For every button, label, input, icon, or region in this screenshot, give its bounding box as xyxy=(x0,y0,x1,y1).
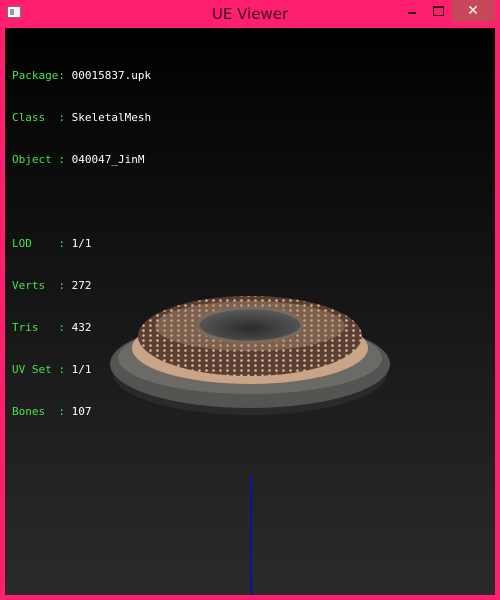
info-label: Tris : xyxy=(12,321,65,334)
info-value: 272 xyxy=(71,279,92,292)
title-bar[interactable]: UE Viewer ✕ xyxy=(0,0,500,28)
close-button[interactable]: ✕ xyxy=(451,0,495,22)
info-label: Bones : xyxy=(12,405,65,418)
info-label: Package: xyxy=(12,69,65,82)
skeletal-mesh-model[interactable] xyxy=(105,278,395,428)
info-value: 00015837.upk xyxy=(71,69,152,82)
info-value: 040047_JinM xyxy=(71,153,145,166)
app-window: UE Viewer ✕ Package: 00015837.upk Class … xyxy=(0,0,500,600)
info-row-object: Object : 040047_JinM xyxy=(12,153,151,167)
info-value: SkeletalMesh xyxy=(71,111,152,124)
z-axis-line xyxy=(250,475,252,595)
dome-opening xyxy=(196,306,304,344)
minimize-button[interactable] xyxy=(400,0,424,22)
info-label: UV Set : xyxy=(12,363,65,376)
info-label: LOD : xyxy=(12,237,65,250)
maximize-button[interactable] xyxy=(426,0,450,22)
3d-viewport[interactable]: Package: 00015837.upk Class : SkeletalMe… xyxy=(5,28,495,595)
info-value: 1/1 xyxy=(71,237,92,250)
maximize-icon xyxy=(433,6,444,16)
info-value: 107 xyxy=(71,405,92,418)
info-label: Class : xyxy=(12,111,65,124)
info-value: 1/1 xyxy=(71,363,92,376)
info-label: Verts : xyxy=(12,279,65,292)
info-value: 432 xyxy=(71,321,92,334)
info-row-package: Package: 00015837.upk xyxy=(12,69,151,83)
window-title: UE Viewer xyxy=(211,5,289,23)
info-row-class: Class : SkeletalMesh xyxy=(12,111,151,125)
info-row-lod: LOD : 1/1 xyxy=(12,237,151,251)
info-label: Object : xyxy=(12,153,65,166)
minimize-icon xyxy=(408,12,416,14)
close-icon: ✕ xyxy=(467,3,479,19)
